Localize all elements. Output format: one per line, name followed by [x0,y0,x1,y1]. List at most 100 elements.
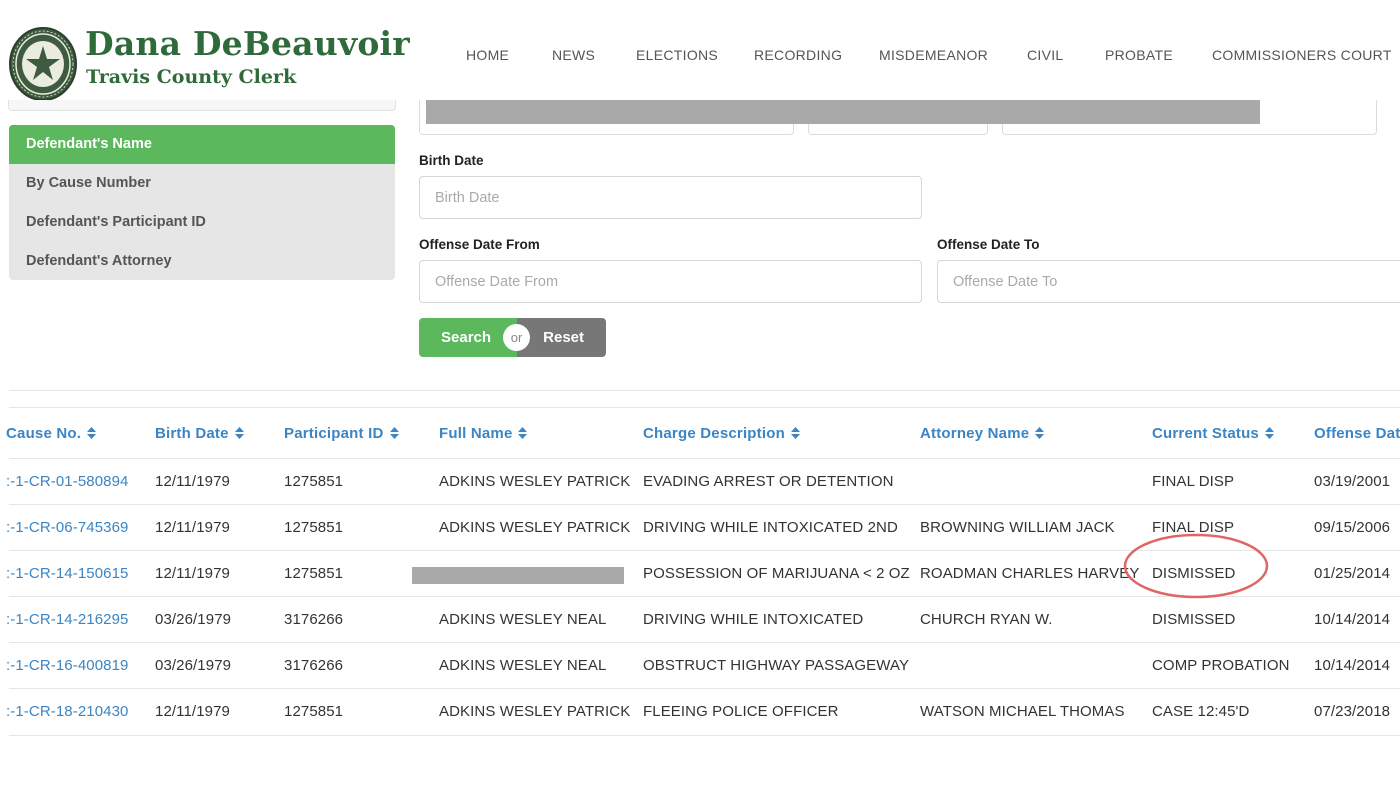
cause-number-link[interactable]: :-1-CR-16-400819 [6,657,129,674]
search-type-sidebar: Defendant's Name By Cause Number Defenda… [9,125,395,280]
column-header-label: Birth Date [155,425,229,442]
participant-id-cell: 3176266 [284,657,344,674]
offense-date-to-input[interactable] [937,260,1400,303]
participant-id-cell: 1275851 [284,473,344,490]
redaction-bar [426,100,1260,124]
birth-date-cell: 12/11/1979 [155,703,230,720]
charge-description-cell: OBSTRUCT HIGHWAY PASSAGEWAY [643,657,910,674]
birth-date-input[interactable] [419,176,922,219]
birth-date-cell: 12/11/1979 [155,519,230,536]
column-header-birth-date[interactable]: Birth Date [155,425,244,442]
column-header-offense-date[interactable]: Offense Dat [1314,425,1400,442]
sort-icon [1035,427,1045,439]
attorney-name-cell: CHURCH RYAN W. [920,611,1053,628]
nav-civil[interactable]: CIVIL [1027,47,1064,63]
cause-number-link[interactable]: :-1-CR-01-580894 [6,473,129,490]
nav-news[interactable]: NEWS [552,47,595,63]
attorney-name-cell: WATSON MICHAEL THOMAS [920,703,1125,720]
birth-date-cell: 12/11/1979 [155,565,230,582]
reset-button[interactable]: Reset [517,318,606,357]
charge-description-cell: EVADING ARREST OR DETENTION [643,473,894,490]
column-header-label: Participant ID [284,425,384,442]
sort-icon [790,427,800,439]
sidebar-panel-edge [8,100,396,111]
current-status-cell: COMP PROBATION [1152,657,1290,674]
birth-date-cell: 03/26/1979 [155,657,232,674]
nav-recording[interactable]: RECORDING [754,47,842,63]
full-name-cell: ADKINS WESLEY PATRICK [439,473,631,490]
sort-icon [518,427,528,439]
full-name-cell: ADKINS WESLEY NEAL [439,611,607,628]
sidebar-item-attorney[interactable]: Defendant's Attorney [9,242,395,281]
column-header-attorney-name[interactable]: Attorney Name [920,425,1045,442]
birth-date-label: Birth Date [419,153,484,168]
nav-misdemeanor[interactable]: MISDEMEANOR [879,47,988,63]
charge-description-cell: DRIVING WHILE INTOXICATED [643,611,864,628]
current-status-cell: FINAL DISP [1152,473,1235,490]
nav-commissioners-court[interactable]: COMMISSIONERS COURT [1212,47,1392,63]
sort-icon [87,427,97,439]
offense-date-cell: 10/14/2014 [1314,657,1391,674]
column-header-label: Attorney Name [920,425,1030,442]
attorney-name-cell: ROADMAN CHARLES HARVEY [920,565,1140,582]
current-status-cell: CASE 12:45'D [1152,703,1250,720]
sort-icon [389,427,399,439]
cause-number-link[interactable]: :-1-CR-14-216295 [6,611,129,628]
sidebar-item-defendant-name[interactable]: Defendant's Name [9,125,395,164]
offense-date-to-label: Offense Date To [937,237,1040,252]
divider [9,390,1400,391]
birth-date-cell: 03/26/1979 [155,611,232,628]
offense-date-cell: 03/19/2001 [1314,473,1391,490]
table-top-border [9,407,1400,408]
nav-home[interactable]: HOME [466,47,509,63]
cause-number-link[interactable]: :-1-CR-14-150615 [6,565,129,582]
column-header-label: Offense Dat [1314,425,1400,442]
column-header-full-name[interactable]: Full Name [439,425,528,442]
offense-date-cell: 07/23/2018 [1314,703,1391,720]
column-header-label: Full Name [439,425,513,442]
attorney-name-cell: BROWNING WILLIAM JACK [920,519,1115,536]
offense-date-from-input[interactable] [419,260,922,303]
main-nav: HOME NEWS ELECTIONS RECORDING MISDEMEANO… [0,47,1400,67]
table-row: :-1-CR-01-580894 12/11/1979 1275851 ADKI… [6,458,1400,505]
or-separator: or [503,324,530,351]
charge-description-cell: POSSESSION OF MARIJUANA < 2 OZ [643,565,910,582]
nav-probate[interactable]: PROBATE [1105,47,1173,63]
cause-number-link[interactable]: :-1-CR-06-745369 [6,519,129,536]
sort-icon [234,427,244,439]
table-row: :-1-CR-06-745369 12/11/1979 1275851 ADKI… [6,504,1400,551]
column-header-cause-no[interactable]: Cause No. [6,425,97,442]
table-row: :-1-CR-16-400819 03/26/1979 3176266 ADKI… [6,642,1400,689]
redacted-full-name [412,567,624,584]
column-header-charge-description[interactable]: Charge Description [643,425,800,442]
participant-id-cell: 1275851 [284,565,344,582]
offense-date-from-label: Offense Date From [419,237,540,252]
participant-id-cell: 3176266 [284,611,344,628]
column-header-participant-id[interactable]: Participant ID [284,425,399,442]
current-status-cell: FINAL DISP [1152,519,1235,536]
participant-id-cell: 1275851 [284,519,344,536]
birth-date-cell: 12/11/1979 [155,473,230,490]
full-name-cell: ADKINS WESLEY PATRICK [439,519,631,536]
column-header-label: Current Status [1152,425,1259,442]
sidebar-item-cause-number[interactable]: By Cause Number [9,164,395,203]
sidebar-item-participant-id[interactable]: Defendant's Participant ID [9,203,395,242]
cause-number-link[interactable]: :-1-CR-18-210430 [6,703,129,720]
sort-icon [1264,427,1274,439]
offense-date-cell: 09/15/2006 [1314,519,1391,536]
column-header-current-status[interactable]: Current Status [1152,425,1274,442]
nav-elections[interactable]: ELECTIONS [636,47,718,63]
brand-subtitle[interactable]: Travis County Clerk [86,66,296,88]
charge-description-cell: DRIVING WHILE INTOXICATED 2ND [643,519,898,536]
column-header-label: Cause No. [6,425,82,442]
current-status-cell: DISMISSED [1152,611,1236,628]
full-name-cell: ADKINS WESLEY NEAL [439,657,607,674]
offense-date-cell: 01/25/2014 [1314,565,1391,582]
table-row: :-1-CR-14-216295 03/26/1979 3176266 ADKI… [6,596,1400,643]
table-row: :-1-CR-18-210430 12/11/1979 1275851 ADKI… [6,688,1400,736]
charge-description-cell: FLEEING POLICE OFFICER [643,703,839,720]
participant-id-cell: 1275851 [284,703,344,720]
table-row: :-1-CR-14-150615 12/11/1979 1275851 POSS… [6,550,1400,597]
current-status-cell: DISMISSED [1152,565,1236,582]
full-name-cell: ADKINS WESLEY PATRICK [439,703,631,720]
